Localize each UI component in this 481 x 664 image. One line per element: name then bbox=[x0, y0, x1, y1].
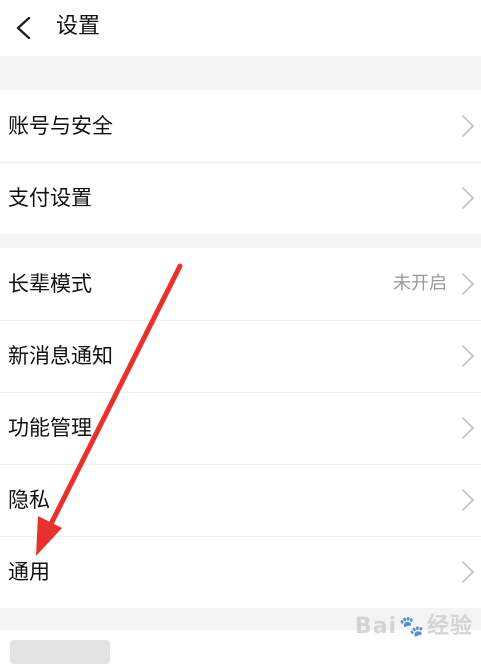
chevron-left-icon bbox=[16, 17, 31, 39]
chevron-right-icon bbox=[462, 561, 474, 583]
row-label: 长辈模式 bbox=[8, 272, 92, 296]
row-value: 未开启 bbox=[393, 273, 447, 294]
settings-row-privacy[interactable]: 隐私 bbox=[0, 464, 481, 536]
page-title: 设置 bbox=[56, 14, 101, 39]
settings-row-general[interactable]: 通用 bbox=[0, 536, 481, 608]
watermark-text-left: Bai bbox=[354, 614, 398, 639]
watermark: Bai 🐾经验 bbox=[355, 608, 473, 640]
row-label: 功能管理 bbox=[8, 416, 92, 440]
settings-row-notifications[interactable]: 新消息通知 bbox=[0, 320, 481, 392]
row-label: 支付设置 bbox=[8, 186, 92, 210]
row-label: 账号与安全 bbox=[8, 114, 113, 138]
chevron-right-icon bbox=[462, 273, 474, 295]
settings-row-elder-mode[interactable]: 长辈模式 未开启 bbox=[0, 248, 481, 320]
chevron-right-icon bbox=[462, 115, 474, 137]
chevron-right-icon bbox=[462, 417, 474, 439]
row-label: 新消息通知 bbox=[8, 344, 113, 368]
back-button[interactable] bbox=[6, 8, 46, 48]
row-label: 通用 bbox=[8, 560, 50, 584]
chevron-right-icon bbox=[462, 345, 474, 367]
settings-row-payment[interactable]: 支付设置 bbox=[0, 162, 481, 234]
top-bar: 设置 bbox=[0, 0, 481, 56]
settings-row-account-security[interactable]: 账号与安全 bbox=[0, 90, 481, 162]
blurred-content bbox=[10, 640, 110, 664]
chevron-right-icon bbox=[462, 187, 474, 209]
watermark-text-right: 经验 bbox=[426, 614, 473, 639]
settings-row-features[interactable]: 功能管理 bbox=[0, 392, 481, 464]
settings-group-account: 账号与安全 支付设置 bbox=[0, 90, 481, 234]
row-label: 隐私 bbox=[8, 488, 50, 512]
settings-group-general: 长辈模式 未开启 新消息通知 功能管理 隐私 通用 bbox=[0, 248, 481, 608]
chevron-right-icon bbox=[462, 489, 474, 511]
paw-icon: 🐾 bbox=[399, 614, 425, 638]
